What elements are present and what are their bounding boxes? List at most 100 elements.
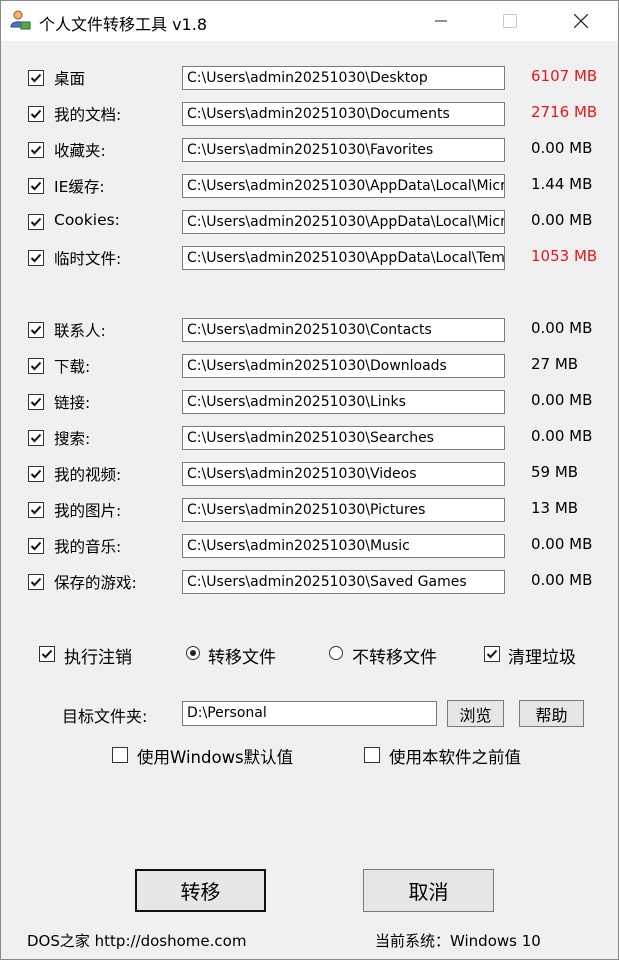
maximize-button[interactable] [487, 1, 533, 41]
folder-checkbox[interactable] [28, 250, 44, 266]
check-icon [30, 361, 42, 371]
windows-default-label: 使用Windows默认值 [137, 748, 294, 767]
folder-size: 13 MB [531, 499, 579, 517]
previous-values-label: 使用本软件之前值 [389, 748, 521, 767]
folder-row: 搜索: C:\Users\admin20251030\Searches 0.00 M… [1, 423, 618, 453]
folder-label: 收藏夹: [54, 142, 106, 160]
folder-path-input[interactable]: C:\Users\admin20251030\Saved Games [182, 570, 505, 594]
folder-checkbox[interactable] [28, 574, 44, 590]
clean-checkbox[interactable] [484, 646, 500, 662]
logoff-checkbox[interactable] [39, 646, 55, 662]
check-icon [30, 541, 42, 551]
minimize-button[interactable] [418, 1, 464, 41]
title-bar: 个人文件转移工具 v1.8 [1, 1, 618, 41]
check-icon [30, 181, 42, 191]
folder-checkbox[interactable] [28, 142, 44, 158]
folder-row: 链接: C:\Users\admin20251030\Links 0.00 MB [1, 387, 618, 417]
check-icon [30, 469, 42, 479]
folder-size: 0.00 MB [531, 571, 593, 589]
folder-label: 我的文档: [54, 106, 122, 124]
folder-row: IE缓存: C:\Users\admin20251030\AppData\Loca… [1, 171, 618, 201]
windows-default-checkbox[interactable] [112, 747, 128, 763]
folder-checkbox[interactable] [28, 178, 44, 194]
folder-size: 6107 MB [531, 67, 598, 85]
folder-size: 0.00 MB [531, 535, 593, 553]
nomove-radio[interactable] [329, 646, 343, 660]
move-radio[interactable] [186, 646, 200, 660]
user-folder-icon [10, 10, 31, 30]
check-icon [486, 649, 498, 659]
folder-row: 临时文件: C:\Users\admin20251030\AppData\Loca… [1, 243, 618, 273]
check-icon [30, 253, 42, 263]
minimize-icon [435, 20, 447, 22]
move-label: 转移文件 [208, 648, 276, 668]
window-title: 个人文件转移工具 v1.8 [39, 15, 208, 34]
folder-row: 保存的游戏: C:\Users\admin20251030\Saved Games… [1, 567, 618, 597]
check-icon [41, 649, 53, 659]
previous-values-checkbox[interactable] [364, 747, 380, 763]
nomove-label: 不转移文件 [352, 648, 437, 668]
folder-row: 我的音乐: C:\Users\admin20251030\Music 0.00 MB [1, 531, 618, 561]
folder-checkbox[interactable] [28, 106, 44, 122]
folder-checkbox[interactable] [28, 430, 44, 446]
folder-checkbox[interactable] [28, 70, 44, 86]
folder-row: 下载: C:\Users\admin20251030\Downloads 27 MB [1, 351, 618, 381]
folder-path-input[interactable]: C:\Users\admin20251030\AppData\Local\Mic… [182, 174, 505, 198]
folder-checkbox[interactable] [28, 322, 44, 338]
footer-system: 当前系统：Windows 10 [375, 932, 541, 950]
transfer-button[interactable]: 转移 [135, 869, 266, 912]
browse-button[interactable]: 浏览 [447, 700, 504, 727]
check-icon [30, 397, 42, 407]
folder-size: 2716 MB [531, 103, 598, 121]
folder-label: 链接: [54, 394, 91, 412]
clean-label: 清理垃圾 [508, 648, 576, 668]
folder-path-input[interactable]: C:\Users\admin20251030\Desktop [182, 66, 505, 90]
folder-size: 27 MB [531, 355, 579, 373]
footer-site: DOS之家 http://doshome.com [27, 932, 247, 950]
folder-size: 0.00 MB [531, 391, 593, 409]
check-icon [30, 433, 42, 443]
folder-path-input[interactable]: C:\Users\admin20251030\Documents [182, 102, 505, 126]
close-button[interactable] [558, 1, 604, 41]
close-icon [574, 14, 588, 28]
folder-label: 桌面 [54, 70, 86, 88]
folder-path-input[interactable]: C:\Users\admin20251030\AppData\Local\Mic… [182, 210, 505, 234]
folder-checkbox[interactable] [28, 466, 44, 482]
folder-label: 保存的游戏: [54, 574, 137, 592]
folder-path-input[interactable]: C:\Users\admin20251030\Searches [182, 426, 505, 450]
check-icon [30, 109, 42, 119]
folder-checkbox[interactable] [28, 538, 44, 554]
folder-size: 59 MB [531, 463, 579, 481]
folder-checkbox[interactable] [28, 394, 44, 410]
folder-row: Cookies: C:\Users\admin20251030\AppData\L… [1, 207, 618, 237]
folder-label: 我的视频: [54, 466, 122, 484]
folder-checkbox[interactable] [28, 502, 44, 518]
check-icon [30, 217, 42, 227]
folder-size: 1.44 MB [531, 175, 593, 193]
folder-size: 0.00 MB [531, 427, 593, 445]
check-icon [30, 577, 42, 587]
folder-label: Cookies: [54, 211, 120, 229]
help-button[interactable]: 帮助 [519, 700, 584, 727]
folder-path-input[interactable]: C:\Users\admin20251030\AppData\Local\Tem… [182, 246, 505, 270]
folder-path-input[interactable]: C:\Users\admin20251030\Downloads [182, 354, 505, 378]
folder-checkbox[interactable] [28, 214, 44, 230]
folder-label: 临时文件: [54, 250, 122, 268]
check-icon [30, 505, 42, 515]
folder-path-input[interactable]: C:\Users\admin20251030\Contacts [182, 318, 505, 342]
folder-label: 下载: [54, 358, 91, 376]
logoff-label: 执行注销 [64, 648, 132, 668]
folder-path-input[interactable]: C:\Users\admin20251030\Music [182, 534, 505, 558]
folder-path-input[interactable]: C:\Users\admin20251030\Favorites [182, 138, 505, 162]
folder-checkbox[interactable] [28, 358, 44, 374]
folder-row: 我的视频: C:\Users\admin20251030\Videos 59 MB [1, 459, 618, 489]
folder-row: 我的文档: C:\Users\admin20251030\Documents 271… [1, 99, 618, 129]
target-folder-input[interactable]: D:\Personal [182, 701, 437, 726]
maximize-icon [503, 14, 517, 28]
cancel-button[interactable]: 取消 [363, 869, 494, 912]
folder-path-input[interactable]: C:\Users\admin20251030\Links [182, 390, 505, 414]
folder-path-input[interactable]: C:\Users\admin20251030\Pictures [182, 498, 505, 522]
folder-size: 0.00 MB [531, 139, 593, 157]
folder-label: 我的音乐: [54, 538, 122, 556]
folder-path-input[interactable]: C:\Users\admin20251030\Videos [182, 462, 505, 486]
